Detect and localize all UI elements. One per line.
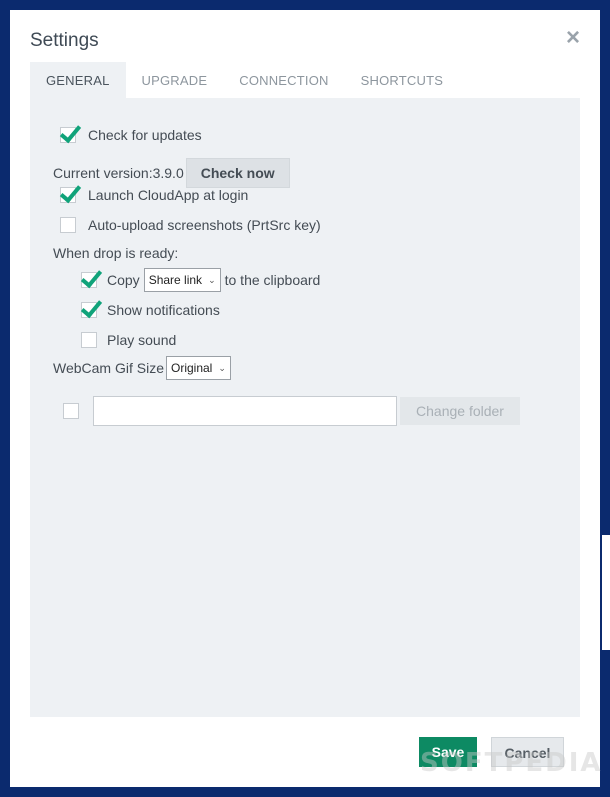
folder-checkbox[interactable] xyxy=(63,403,79,419)
close-icon[interactable]: × xyxy=(566,24,580,52)
drop-ready-heading: When drop is ready: xyxy=(53,245,178,261)
version-row: Current version: 3.9.0 Check now xyxy=(53,158,290,188)
show-notifications-row: Show notifications xyxy=(81,302,220,318)
copy-suffix-label: to the clipboard xyxy=(224,272,321,288)
show-notifications-label: Show notifications xyxy=(107,302,220,318)
chevron-down-icon: ⌄ xyxy=(208,274,216,285)
auto-upload-label: Auto-upload screenshots (PrtSrc key) xyxy=(88,217,321,233)
show-notifications-checkbox[interactable] xyxy=(81,302,97,318)
tab-connection[interactable]: CONNECTION xyxy=(223,62,344,98)
launch-login-checkbox[interactable] xyxy=(60,187,76,203)
webcam-gif-label: WebCam Gif Size xyxy=(53,360,164,376)
webcam-gif-row: WebCam Gif Size Original ⌄ xyxy=(53,356,235,380)
cancel-button[interactable]: Cancel xyxy=(491,737,564,767)
copy-checkbox[interactable] xyxy=(81,272,97,288)
folder-row xyxy=(63,403,91,419)
play-sound-row: Play sound xyxy=(81,332,176,348)
tab-general[interactable]: GENERAL xyxy=(30,62,126,98)
share-link-select-value: Share link xyxy=(148,273,203,287)
check-updates-checkbox[interactable] xyxy=(60,127,76,143)
launch-login-row: Launch CloudApp at login xyxy=(60,187,248,203)
save-button[interactable]: Save xyxy=(419,737,477,767)
share-link-select[interactable]: Share link ⌄ xyxy=(143,268,221,292)
check-updates-label: Check for updates xyxy=(88,127,202,143)
play-sound-label: Play sound xyxy=(107,332,177,348)
folder-path-input[interactable] xyxy=(93,396,397,426)
tab-shortcuts[interactable]: SHORTCUTS xyxy=(345,62,459,98)
current-version-value: 3.9.0 xyxy=(152,165,184,181)
auto-upload-row: Auto-upload screenshots (PrtSrc key) xyxy=(60,217,321,233)
copy-row: Copy Share link ⌄ to the clipboard xyxy=(81,267,320,293)
check-updates-row: Check for updates xyxy=(60,127,202,143)
dialog-title: Settings xyxy=(30,30,99,51)
launch-login-label: Launch CloudApp at login xyxy=(88,187,249,203)
chevron-down-icon: ⌄ xyxy=(218,362,226,373)
tab-upgrade[interactable]: UPGRADE xyxy=(126,62,224,98)
change-folder-button[interactable]: Change folder xyxy=(400,397,520,425)
auto-upload-checkbox[interactable] xyxy=(60,217,76,233)
play-sound-checkbox[interactable] xyxy=(81,332,97,348)
drop-ready-label: When drop is ready: xyxy=(53,245,179,261)
general-panel: Check for updates Current version: 3.9.0 … xyxy=(30,98,580,717)
background-window-edge xyxy=(602,535,610,650)
tab-bar: GENERAL UPGRADE CONNECTION SHORTCUTS xyxy=(30,62,459,98)
current-version-label: Current version: xyxy=(53,165,153,181)
webcam-gif-select[interactable]: Original ⌄ xyxy=(166,356,231,380)
webcam-gif-select-value: Original xyxy=(171,361,213,375)
settings-dialog: Settings × GENERAL UPGRADE CONNECTION SH… xyxy=(10,10,601,787)
check-now-button[interactable]: Check now xyxy=(185,158,290,188)
copy-label: Copy xyxy=(107,272,140,288)
